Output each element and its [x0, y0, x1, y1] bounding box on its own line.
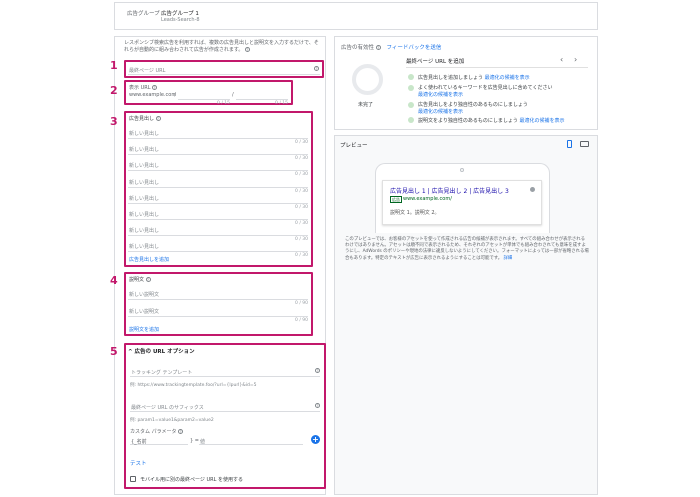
strength-meter-ring: [352, 64, 383, 95]
help-icon[interactable]: ?: [244, 47, 250, 52]
prev-suggestion-button[interactable]: ‹: [560, 55, 563, 64]
callout-3: 3: [110, 115, 118, 128]
custom-param-equals: } =: [190, 438, 199, 444]
callout-1: 1: [110, 59, 118, 72]
tracking-template-label: トラッキング テンプレート: [131, 370, 193, 376]
suffix-help-icon[interactable]: ?: [315, 403, 320, 408]
strength-status: 未完了: [358, 102, 374, 108]
preview-headline: 広告見出し 1 | 広告見出し 2 | 広告見出し 3: [390, 188, 509, 195]
url-options-header[interactable]: ^ 広告の URL オプション: [128, 347, 195, 355]
description-count: 0 / 90: [295, 318, 308, 323]
custom-parameter-label: カスタム パラメータ ?: [130, 429, 184, 435]
tracking-help-icon[interactable]: ?: [315, 368, 320, 373]
mobile-url-label: モバイル用に別の最終ページ URL を使用する: [140, 477, 244, 483]
send-feedback-link[interactable]: フィードバックを送信: [387, 45, 442, 51]
custom-param-value-input[interactable]: [199, 435, 303, 445]
final-url-help-icon[interactable]: ?: [314, 66, 319, 71]
suggestion-4: 説明文をより独自性のあるものにしましょう 最適化の候補を表示: [418, 118, 565, 124]
campaign-name: Leads-Search-8: [161, 17, 200, 23]
learn-more-link[interactable]: 詳細: [504, 256, 513, 261]
headline-placeholder: 新しい見出し: [129, 163, 160, 170]
suffix-example: 例: param1=value1&param2=value2: [130, 418, 214, 423]
headline-placeholder: 新しい見出し: [129, 195, 160, 202]
callout-5: 5: [110, 345, 118, 358]
add-description-link[interactable]: 説明文を追加: [129, 326, 159, 333]
preview-info-icon[interactable]: [530, 187, 535, 192]
display-url-label: 表示 URL ?: [129, 85, 158, 91]
suggestion-check-icon-4: [408, 117, 414, 123]
suggestion-check-icon-1: [408, 74, 414, 80]
display-path-2-input[interactable]: [236, 90, 288, 100]
strength-tip-title: 最終ページ URL を追加: [406, 59, 465, 65]
preview-note: このプレビューでは、お客様のアセットを使って作成される広告の候補が表示されます。…: [345, 237, 589, 261]
preview-title: プレビュー: [340, 143, 368, 149]
add-headline-link[interactable]: 広告見出しを追加: [129, 256, 169, 263]
description-placeholder: 新しい説明文: [129, 309, 160, 315]
headline-placeholder: 新しい見出し: [129, 147, 160, 154]
preview-description: 説明文 1。説明文 2。: [390, 210, 440, 216]
headline-count: 0 / 30: [295, 253, 308, 259]
suggestion-2-link[interactable]: 最適化の候補を表示: [418, 91, 463, 98]
ad-group-name[interactable]: 広告グループ 1: [161, 9, 199, 17]
descriptions-label: 説明文 ?: [129, 277, 151, 283]
display-url-help-icon[interactable]: ?: [152, 85, 158, 90]
phone-speaker: [460, 168, 464, 172]
headline-placeholder: 新しい見出し: [129, 212, 160, 218]
final-url-suffix-label: 最終ページ URL のサフィックス: [131, 405, 204, 411]
callout-4: 4: [110, 274, 118, 287]
chevron-up-icon: ^: [128, 349, 133, 355]
callout-box-url-options: [124, 343, 326, 489]
add-parameter-button[interactable]: +: [311, 435, 320, 444]
suggestion-check-icon-3: [408, 102, 414, 108]
suggestion-3-link[interactable]: 最適化の候補を表示: [418, 108, 463, 115]
headlines-help-icon[interactable]: ?: [155, 116, 161, 121]
custom-param-help-icon[interactable]: ?: [178, 429, 184, 434]
custom-param-name-placeholder: {_名前: [131, 439, 147, 445]
strength-help-icon[interactable]: ?: [375, 45, 381, 50]
headline-placeholder: 新しい見出し: [129, 131, 160, 137]
next-suggestion-button[interactable]: ›: [574, 55, 577, 64]
headline-placeholder: 新しい見出し: [129, 228, 160, 235]
display-url-slash-1: /: [174, 92, 176, 98]
final-url-placeholder: 最終ページ URL: [129, 68, 166, 74]
suggestion-1-link[interactable]: 最適化の候補を表示: [485, 75, 530, 81]
headline-placeholder: 新しい見出し: [129, 244, 160, 251]
desktop-preview-icon[interactable]: [580, 141, 589, 147]
description-placeholder: 新しい説明文: [129, 292, 160, 298]
preview-ad-badge: 広告: [390, 196, 402, 203]
display-path-2-count: 0 / 15: [275, 101, 288, 106]
display-path-1-count: 0 / 15: [217, 101, 230, 106]
display-url-slash-2: /: [232, 92, 234, 98]
strength-divider: [406, 67, 588, 68]
ad-group-header: 広告グループ 広告グループ 1 Leads-Search-8: [114, 2, 598, 30]
display-path-1-input[interactable]: [178, 90, 230, 100]
suggestion-4-link[interactable]: 最適化の候補を表示: [520, 118, 565, 124]
test-link[interactable]: テスト: [130, 459, 147, 467]
descriptions-help-icon[interactable]: ?: [145, 277, 151, 282]
suggestion-1: 広告見出しを追加しましょう 最適化の候補を表示: [418, 75, 530, 81]
preview-url: www.example.com/: [403, 196, 452, 202]
suggestion-2-text: よく使われているキーワードを広告見出しに含めてください: [418, 85, 553, 91]
intro-text: レスポンシブ検索広告を利用すれば、複数の広告見出しと説明文を入力するだけで、それ…: [124, 40, 319, 53]
custom-param-value-placeholder: 値: [200, 439, 206, 445]
suggestion-3-text: 広告見出しをより独自性のあるものにしましょう: [418, 102, 528, 108]
display-url-domain: www.example.com: [129, 92, 177, 98]
mobile-preview-icon[interactable]: [567, 140, 572, 148]
headline-placeholder: 新しい見出し: [129, 179, 160, 186]
headlines-label: 広告見出し ?: [129, 116, 161, 122]
ad-strength-title: 広告の有効性 ? フィードバックを送信: [341, 45, 442, 51]
mobile-url-checkbox[interactable]: [130, 476, 136, 482]
ad-group-label: 広告グループ: [127, 11, 160, 17]
suggestion-check-icon-2: [408, 85, 414, 91]
callout-2: 2: [110, 84, 118, 97]
tracking-example: 例: https://www.trackingtemplate.foo/?url…: [130, 383, 257, 388]
